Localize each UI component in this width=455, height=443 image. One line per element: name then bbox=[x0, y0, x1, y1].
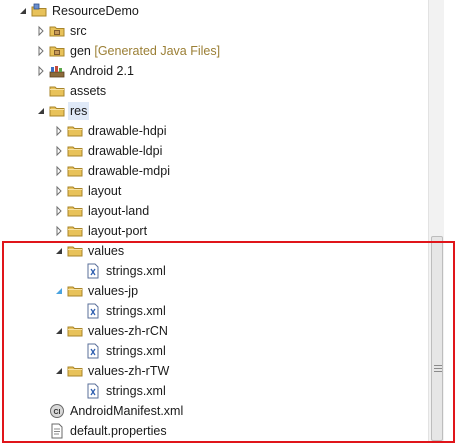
tree-node-label: assets bbox=[70, 84, 107, 98]
xml-file-icon bbox=[85, 303, 101, 319]
tree-node-gen[interactable]: gen [Generated Java Files] bbox=[0, 41, 428, 61]
tree-node-decoration: [Generated Java Files] bbox=[94, 44, 221, 58]
tree-node-label: src bbox=[70, 24, 87, 38]
tree-node-assets[interactable]: assets bbox=[0, 81, 428, 101]
scrollbar-grip-icon bbox=[434, 365, 442, 374]
xml-file-icon bbox=[85, 343, 101, 359]
tree-node-label: AndroidManifest.xml bbox=[70, 404, 184, 418]
tree-node-values-zh-rcn-strings-xml[interactable]: strings.xml bbox=[0, 341, 428, 361]
folder-icon bbox=[67, 203, 83, 219]
tree-node-project-resourcedemo[interactable]: ResourceDemo bbox=[0, 1, 428, 21]
folder-icon bbox=[67, 243, 83, 259]
tree-node-src[interactable]: src bbox=[0, 21, 428, 41]
xml-file-icon bbox=[85, 263, 101, 279]
folder-icon bbox=[67, 123, 83, 139]
tree-node-res[interactable]: res bbox=[0, 101, 428, 121]
tree-node-layout-port[interactable]: layout-port bbox=[0, 221, 428, 241]
text-file-icon bbox=[49, 423, 65, 439]
tree-node-label: values-jp bbox=[88, 284, 139, 298]
tree-node-values-jp-strings-xml[interactable]: strings.xml bbox=[0, 301, 428, 321]
expand-arrow-icon[interactable] bbox=[53, 125, 65, 137]
collapse-arrow-icon[interactable] bbox=[53, 245, 65, 257]
tree-node-label: strings.xml bbox=[106, 304, 166, 318]
vertical-scrollbar[interactable] bbox=[428, 0, 445, 443]
tree-node-values-strings-xml[interactable]: strings.xml bbox=[0, 261, 428, 281]
folder-icon bbox=[67, 363, 83, 379]
tree-node-values-zh-rcn[interactable]: values-zh-rCN bbox=[0, 321, 428, 341]
library-icon bbox=[49, 63, 65, 79]
project-explorer-tree[interactable]: ResourceDemo src gen [Generated Java Fil… bbox=[0, 0, 428, 443]
folder-icon bbox=[67, 323, 83, 339]
tree-node-layout-land[interactable]: layout-land bbox=[0, 201, 428, 221]
tree-node-label: drawable-hdpi bbox=[88, 124, 167, 138]
tree-node-values[interactable]: values bbox=[0, 241, 428, 261]
tree-node-label: values bbox=[88, 244, 125, 258]
tree-node-label-with-decoration: gen [Generated Java Files] bbox=[68, 42, 222, 60]
tree-node-default-properties[interactable]: default.properties bbox=[0, 421, 428, 441]
scrollbar-thumb[interactable] bbox=[431, 236, 443, 441]
collapse-arrow-icon[interactable] bbox=[53, 365, 65, 377]
tree-node-android-2-1[interactable]: Android 2.1 bbox=[0, 61, 428, 81]
tree-node-values-jp[interactable]: values-jp bbox=[0, 281, 428, 301]
source-folder-icon bbox=[49, 43, 65, 59]
tree-node-label: strings.xml bbox=[106, 344, 166, 358]
tree-node-androidmanifest-xml[interactable]: CI AndroidManifest.xml bbox=[0, 401, 428, 421]
tree-node-label: ResourceDemo bbox=[52, 4, 139, 18]
collapse-arrow-icon[interactable] bbox=[35, 105, 47, 117]
tree-node-label: drawable-ldpi bbox=[88, 144, 163, 158]
expand-arrow-icon[interactable] bbox=[35, 25, 47, 37]
expand-arrow-icon[interactable] bbox=[53, 145, 65, 157]
collapse-arrow-icon[interactable] bbox=[53, 325, 65, 337]
view-border bbox=[444, 0, 455, 443]
tree-node-drawable-hdpi[interactable]: drawable-hdpi bbox=[0, 121, 428, 141]
tree-node-label: strings.xml bbox=[106, 264, 166, 278]
tree-node-label: Android 2.1 bbox=[70, 64, 134, 78]
tree-node-values-zh-rtw-strings-xml[interactable]: strings.xml bbox=[0, 381, 428, 401]
tree-node-label: drawable-mdpi bbox=[88, 164, 170, 178]
tree-node-label: gen bbox=[70, 44, 91, 58]
tree-node-label: values-zh-rTW bbox=[88, 364, 170, 378]
svg-text:CI: CI bbox=[54, 409, 61, 416]
manifest-file-icon: CI bbox=[49, 403, 65, 419]
expand-arrow-icon[interactable] bbox=[35, 65, 47, 77]
expand-arrow-icon[interactable] bbox=[53, 185, 65, 197]
tree-node-label: res bbox=[68, 102, 90, 120]
project-icon bbox=[31, 3, 47, 19]
folder-icon bbox=[67, 163, 83, 179]
folder-icon bbox=[49, 103, 65, 119]
tree-node-label: layout-land bbox=[88, 204, 150, 218]
tree-node-label: values-zh-rCN bbox=[88, 324, 168, 338]
collapse-arrow-icon[interactable] bbox=[53, 285, 65, 297]
expand-arrow-icon[interactable] bbox=[35, 45, 47, 57]
xml-file-icon bbox=[85, 383, 101, 399]
source-folder-icon bbox=[49, 23, 65, 39]
folder-icon bbox=[67, 283, 83, 299]
tree-node-label: layout bbox=[88, 184, 122, 198]
tree-node-label: strings.xml bbox=[106, 384, 166, 398]
tree-node-layout[interactable]: layout bbox=[0, 181, 428, 201]
folder-icon bbox=[67, 143, 83, 159]
expand-arrow-icon[interactable] bbox=[53, 165, 65, 177]
folder-icon bbox=[67, 223, 83, 239]
tree-node-label: default.properties bbox=[70, 424, 167, 438]
tree-node-drawable-ldpi[interactable]: drawable-ldpi bbox=[0, 141, 428, 161]
tree-node-values-zh-rtw[interactable]: values-zh-rTW bbox=[0, 361, 428, 381]
folder-icon bbox=[67, 183, 83, 199]
folder-icon bbox=[49, 83, 65, 99]
expand-arrow-icon[interactable] bbox=[53, 205, 65, 217]
tree-node-drawable-mdpi[interactable]: drawable-mdpi bbox=[0, 161, 428, 181]
tree-node-label: layout-port bbox=[88, 224, 148, 238]
expand-arrow-icon[interactable] bbox=[53, 225, 65, 237]
collapse-arrow-icon[interactable] bbox=[17, 5, 29, 17]
